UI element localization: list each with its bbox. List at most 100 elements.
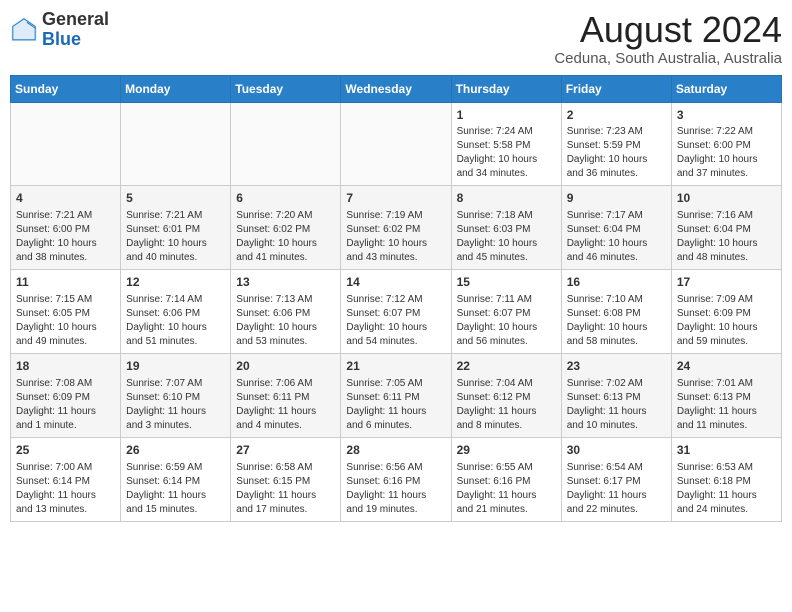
calendar-cell: 26 Sunrise: 6:59 AM Sunset: 6:14 PM Dayli… <box>121 437 231 521</box>
day-info: Sunrise: 6:56 AM Sunset: 6:16 PM Dayligh… <box>346 461 445 517</box>
week-row-3: 11 Sunrise: 7:15 AM Sunset: 6:05 PM Dayli… <box>11 270 782 354</box>
calendar-cell: 11 Sunrise: 7:15 AM Sunset: 6:05 PM Dayli… <box>11 270 121 354</box>
calendar-cell: 2Sunrise: 7:23 AM Sunset: 5:59 PM Daylig… <box>561 102 671 186</box>
calendar-cell: 18Sunrise: 7:08 AM Sunset: 6:09 PM Dayli… <box>11 353 121 437</box>
day-info: Sunrise: 7:17 AM Sunset: 6:04 PM Dayligh… <box>567 209 666 265</box>
day-info: Sunrise: 6:55 AM Sunset: 6:16 PM Dayligh… <box>457 461 556 517</box>
day-info: Sunrise: 7:08 AM Sunset: 6:09 PM Dayligh… <box>16 377 115 433</box>
day-info: Sunrise: 7:15 AM Sunset: 6:05 PM Dayligh… <box>16 293 115 349</box>
calendar-cell: 27 Sunrise: 6:58 AM Sunset: 6:15 PM Dayli… <box>231 437 341 521</box>
day-header-tuesday: Tuesday <box>231 75 341 102</box>
day-info: Sunrise: 7:07 AM Sunset: 6:10 PM Dayligh… <box>126 377 225 433</box>
day-number: 16 <box>567 274 666 291</box>
day-info: Sunrise: 7:02 AM Sunset: 6:13 PM Dayligh… <box>567 377 666 433</box>
day-number: 14 <box>346 274 445 291</box>
calendar-cell: 4Sunrise: 7:21 AM Sunset: 6:00 PM Daylig… <box>11 186 121 270</box>
calendar-cell: 13 Sunrise: 7:13 AM Sunset: 6:06 PM Dayli… <box>231 270 341 354</box>
day-info: Sunrise: 7:20 AM Sunset: 6:02 PM Dayligh… <box>236 209 335 265</box>
day-header-sunday: Sunday <box>11 75 121 102</box>
calendar-cell: 30 Sunrise: 6:54 AM Sunset: 6:17 PM Dayli… <box>561 437 671 521</box>
day-number: 22 <box>457 358 556 375</box>
calendar-cell: 16 Sunrise: 7:10 AM Sunset: 6:08 PM Dayli… <box>561 270 671 354</box>
day-number: 27 <box>236 442 335 459</box>
day-number: 11 <box>16 274 115 291</box>
day-number: 23 <box>567 358 666 375</box>
day-number: 13 <box>236 274 335 291</box>
calendar-cell: 31 Sunrise: 6:53 AM Sunset: 6:18 PM Dayli… <box>671 437 781 521</box>
calendar-cell: 25 Sunrise: 7:00 AM Sunset: 6:14 PM Dayli… <box>11 437 121 521</box>
calendar-cell: 3Sunrise: 7:22 AM Sunset: 6:00 PM Daylig… <box>671 102 781 186</box>
day-header-wednesday: Wednesday <box>341 75 451 102</box>
calendar-cell <box>341 102 451 186</box>
calendar-cell: 10 Sunrise: 7:16 AM Sunset: 6:04 PM Dayli… <box>671 186 781 270</box>
logo: General Blue <box>10 10 109 50</box>
calendar-cell: 17Sunrise: 7:09 AM Sunset: 6:09 PM Dayli… <box>671 270 781 354</box>
day-info: Sunrise: 7:06 AM Sunset: 6:11 PM Dayligh… <box>236 377 335 433</box>
calendar-cell: 14 Sunrise: 7:12 AM Sunset: 6:07 PM Dayli… <box>341 270 451 354</box>
calendar-cell: 21 Sunrise: 7:05 AM Sunset: 6:11 PM Dayli… <box>341 353 451 437</box>
calendar-cell: 23 Sunrise: 7:02 AM Sunset: 6:13 PM Dayli… <box>561 353 671 437</box>
logo-text: General Blue <box>42 10 109 50</box>
day-number: 20 <box>236 358 335 375</box>
day-number: 2 <box>567 107 666 124</box>
day-number: 4 <box>16 190 115 207</box>
day-info: Sunrise: 7:16 AM Sunset: 6:04 PM Dayligh… <box>677 209 776 265</box>
calendar-cell <box>121 102 231 186</box>
day-header-saturday: Saturday <box>671 75 781 102</box>
calendar-cell: 22 Sunrise: 7:04 AM Sunset: 6:12 PM Dayli… <box>451 353 561 437</box>
day-info: Sunrise: 7:18 AM Sunset: 6:03 PM Dayligh… <box>457 209 556 265</box>
month-title: August 2024 <box>554 10 782 50</box>
day-header-friday: Friday <box>561 75 671 102</box>
day-number: 28 <box>346 442 445 459</box>
calendar-cell: 5Sunrise: 7:21 AM Sunset: 6:01 PM Daylig… <box>121 186 231 270</box>
day-number: 19 <box>126 358 225 375</box>
week-row-5: 25 Sunrise: 7:00 AM Sunset: 6:14 PM Dayli… <box>11 437 782 521</box>
location-subtitle: Ceduna, South Australia, Australia <box>554 50 782 67</box>
day-info: Sunrise: 7:04 AM Sunset: 6:12 PM Dayligh… <box>457 377 556 433</box>
day-number: 12 <box>126 274 225 291</box>
calendar-cell <box>231 102 341 186</box>
calendar-cell: 1Sunrise: 7:24 AM Sunset: 5:58 PM Daylig… <box>451 102 561 186</box>
day-info: Sunrise: 7:01 AM Sunset: 6:13 PM Dayligh… <box>677 377 776 433</box>
calendar-cell: 12Sunrise: 7:14 AM Sunset: 6:06 PM Dayli… <box>121 270 231 354</box>
calendar-cell: 29 Sunrise: 6:55 AM Sunset: 6:16 PM Dayli… <box>451 437 561 521</box>
day-number: 9 <box>567 190 666 207</box>
calendar-cell: 7 Sunrise: 7:19 AM Sunset: 6:02 PM Daylig… <box>341 186 451 270</box>
day-number: 1 <box>457 107 556 124</box>
day-number: 21 <box>346 358 445 375</box>
calendar-table: SundayMondayTuesdayWednesdayThursdayFrid… <box>10 75 782 522</box>
day-info: Sunrise: 7:13 AM Sunset: 6:06 PM Dayligh… <box>236 293 335 349</box>
day-info: Sunrise: 7:19 AM Sunset: 6:02 PM Dayligh… <box>346 209 445 265</box>
day-number: 29 <box>457 442 556 459</box>
day-number: 26 <box>126 442 225 459</box>
day-number: 3 <box>677 107 776 124</box>
day-info: Sunrise: 6:59 AM Sunset: 6:14 PM Dayligh… <box>126 461 225 517</box>
day-number: 30 <box>567 442 666 459</box>
day-info: Sunrise: 7:24 AM Sunset: 5:58 PM Dayligh… <box>457 125 556 181</box>
day-info: Sunrise: 7:05 AM Sunset: 6:11 PM Dayligh… <box>346 377 445 433</box>
calendar-cell <box>11 102 121 186</box>
day-number: 24 <box>677 358 776 375</box>
week-row-4: 18Sunrise: 7:08 AM Sunset: 6:09 PM Dayli… <box>11 353 782 437</box>
day-number: 25 <box>16 442 115 459</box>
day-info: Sunrise: 7:10 AM Sunset: 6:08 PM Dayligh… <box>567 293 666 349</box>
day-info: Sunrise: 6:53 AM Sunset: 6:18 PM Dayligh… <box>677 461 776 517</box>
page-header: General Blue August 2024 Ceduna, South A… <box>10 10 782 67</box>
day-number: 10 <box>677 190 776 207</box>
day-info: Sunrise: 7:22 AM Sunset: 6:00 PM Dayligh… <box>677 125 776 181</box>
day-number: 6 <box>236 190 335 207</box>
calendar-cell: 9 Sunrise: 7:17 AM Sunset: 6:04 PM Daylig… <box>561 186 671 270</box>
day-info: Sunrise: 7:23 AM Sunset: 5:59 PM Dayligh… <box>567 125 666 181</box>
calendar-cell: 8Sunrise: 7:18 AM Sunset: 6:03 PM Daylig… <box>451 186 561 270</box>
calendar-cell: 15Sunrise: 7:11 AM Sunset: 6:07 PM Dayli… <box>451 270 561 354</box>
day-info: Sunrise: 7:21 AM Sunset: 6:01 PM Dayligh… <box>126 209 225 265</box>
title-block: August 2024 Ceduna, South Australia, Aus… <box>554 10 782 67</box>
day-number: 15 <box>457 274 556 291</box>
day-info: Sunrise: 6:54 AM Sunset: 6:17 PM Dayligh… <box>567 461 666 517</box>
day-number: 31 <box>677 442 776 459</box>
day-info: Sunrise: 7:12 AM Sunset: 6:07 PM Dayligh… <box>346 293 445 349</box>
day-info: Sunrise: 6:58 AM Sunset: 6:15 PM Dayligh… <box>236 461 335 517</box>
calendar-header-row: SundayMondayTuesdayWednesdayThursdayFrid… <box>11 75 782 102</box>
day-info: Sunrise: 7:00 AM Sunset: 6:14 PM Dayligh… <box>16 461 115 517</box>
day-number: 7 <box>346 190 445 207</box>
